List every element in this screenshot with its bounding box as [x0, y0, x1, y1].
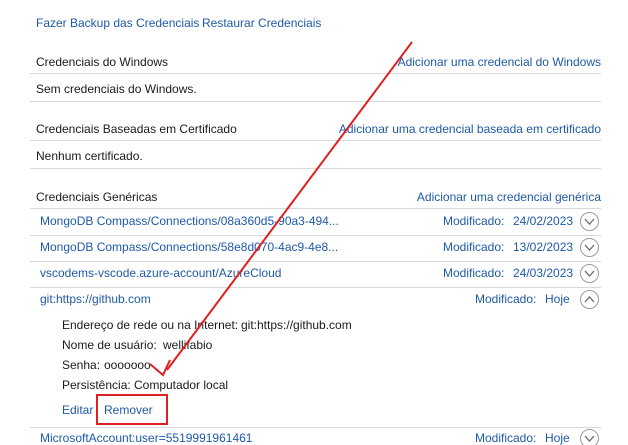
annotation-arrow: [149, 41, 413, 377]
